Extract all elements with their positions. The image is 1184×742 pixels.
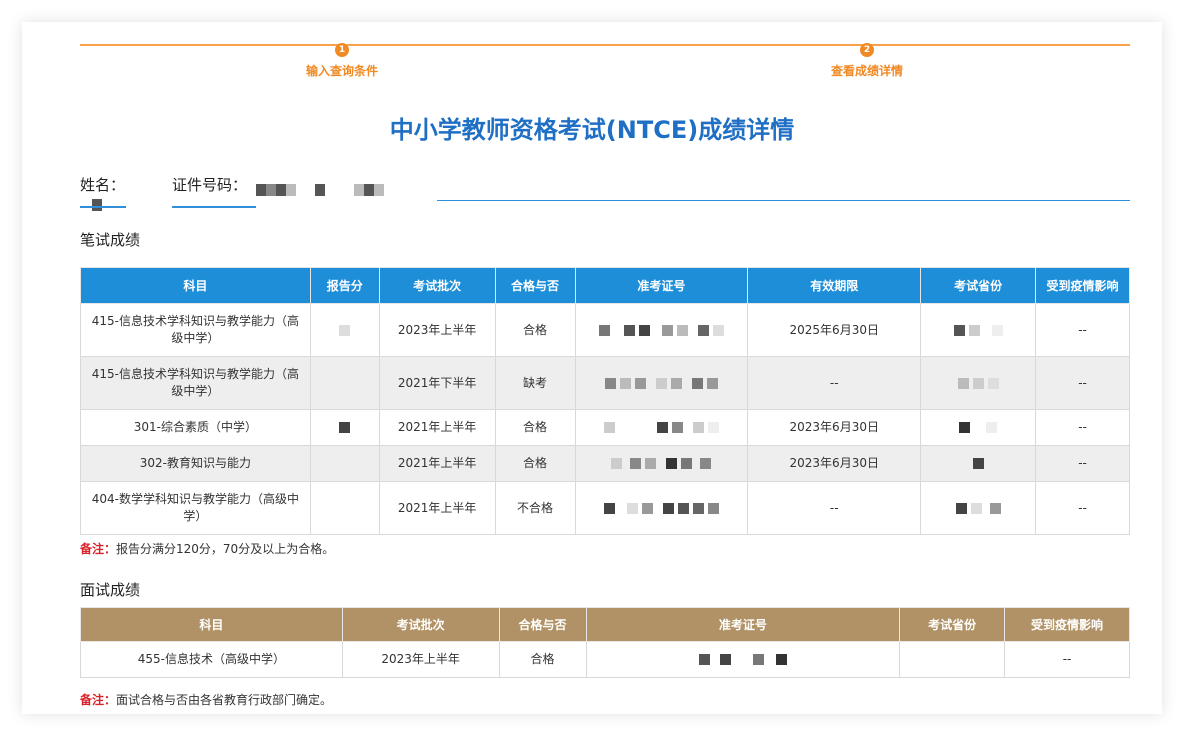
subject-cell: 415-信息技术学科知识与教学能力（高级中学） [80, 356, 311, 410]
col-ticket: 准考证号 [574, 267, 749, 304]
subject-cell: 302-教育知识与能力 [80, 445, 311, 482]
col-subject: 科目 [80, 607, 343, 642]
written-score-table: 科目 报告分 考试批次 合格与否 准考证号 有效期限 考试省份 受到疫情影响 4… [80, 267, 1130, 535]
result-cell: 合格 [494, 445, 576, 482]
step-2-label: 查看成绩详情 [830, 64, 903, 78]
province-redacted [920, 481, 1037, 535]
result-cell: 不合格 [494, 481, 576, 535]
ticket-redacted [574, 356, 749, 410]
col-batch: 考试批次 [378, 267, 496, 304]
col-covid: 受到疫情影响 [1035, 267, 1130, 304]
valid-cell: -- [747, 356, 922, 410]
id-number-redacted [256, 179, 385, 198]
col-batch: 考试批次 [341, 607, 500, 642]
col-province: 考试省份 [920, 267, 1037, 304]
step-1-label: 输入查询条件 [305, 64, 378, 78]
province-redacted [920, 409, 1037, 446]
batch-cell: 2021年上半年 [378, 409, 496, 446]
ticket-redacted [574, 481, 749, 535]
written-note: 备注：报告分满分120分，70分及以上为合格。 [80, 540, 334, 557]
ticket-redacted [574, 445, 749, 482]
score-redacted [309, 303, 380, 357]
name-redacted [92, 198, 102, 211]
result-cell: 合格 [498, 641, 587, 678]
subject-cell: 415-信息技术学科知识与教学能力（高级中学） [80, 303, 311, 357]
ticket-redacted [574, 409, 749, 446]
covid-cell: -- [1035, 356, 1130, 410]
name-underline [80, 206, 126, 208]
id-label: 证件号码： [172, 176, 248, 194]
table-row: 302-教育知识与能力 2021年上半年 合格 2023年6月30日 -- [80, 445, 1130, 482]
col-valid: 有效期限 [747, 267, 922, 304]
col-subject: 科目 [80, 267, 311, 304]
col-result: 合格与否 [498, 607, 587, 642]
written-note-label: 备注： [80, 542, 117, 556]
subject-cell: 455-信息技术（高级中学） [80, 641, 343, 678]
score-redacted [309, 409, 380, 446]
interview-score-table: 科目 考试批次 合格与否 准考证号 考试省份 受到疫情影响 455-信息技术（高… [80, 607, 1130, 678]
name-label: 姓名： [80, 176, 126, 194]
province-cell-empty [899, 641, 1006, 678]
score-cell-empty [309, 356, 380, 410]
valid-cell: 2025年6月30日 [747, 303, 922, 357]
result-cell: 合格 [494, 303, 576, 357]
table-row: 415-信息技术学科知识与教学能力（高级中学） 2023年上半年 合格 2025… [80, 303, 1130, 357]
table-row: 301-综合素质（中学） 2021年上半年 合格 2023年6月30日 -- [80, 409, 1130, 446]
id-underline [172, 206, 256, 208]
covid-cell: -- [1035, 409, 1130, 446]
col-province: 考试省份 [899, 607, 1006, 642]
covid-cell: -- [1035, 481, 1130, 535]
batch-cell: 2023年上半年 [378, 303, 496, 357]
subject-cell: 404-数学学科知识与教学能力（高级中学） [80, 481, 311, 535]
interview-note-text: 面试合格与否由各省教育行政部门确定。 [116, 693, 333, 707]
col-covid: 受到疫情影响 [1004, 607, 1130, 642]
step-1: 1 输入查询条件 [282, 37, 402, 79]
name-field: 姓名： [80, 174, 126, 211]
score-report-card: 1 输入查询条件 2 查看成绩详情 中小学教师资格考试(NTCE)成绩详情 姓名… [22, 22, 1162, 714]
subject-cell: 301-综合素质（中学） [80, 409, 311, 446]
step-1-number: 1 [335, 43, 349, 57]
ticket-redacted [574, 303, 749, 357]
covid-cell: -- [1035, 303, 1130, 357]
batch-cell: 2021年下半年 [378, 356, 496, 410]
batch-cell: 2021年上半年 [378, 445, 496, 482]
valid-cell: 2023年6月30日 [747, 409, 922, 446]
col-result: 合格与否 [494, 267, 576, 304]
written-section-title: 笔试成绩 [80, 231, 141, 249]
id-field: 证件号码： [172, 174, 256, 208]
interview-header-row: 科目 考试批次 合格与否 准考证号 考试省份 受到疫情影响 [80, 607, 1130, 642]
interview-note: 备注：面试合格与否由各省教育行政部门确定。 [80, 691, 332, 708]
written-note-text: 报告分满分120分，70分及以上为合格。 [116, 542, 335, 556]
covid-cell: -- [1004, 641, 1130, 678]
progress-steps: 1 输入查询条件 2 查看成绩详情 [80, 43, 1130, 84]
step-2-number: 2 [860, 43, 874, 57]
score-cell-empty [309, 445, 380, 482]
result-cell: 缺考 [494, 356, 576, 410]
identity-divider [437, 200, 1130, 201]
table-row: 404-数学学科知识与教学能力（高级中学） 2021年上半年 不合格 -- -- [80, 481, 1130, 535]
province-redacted [920, 445, 1037, 482]
step-2: 2 查看成绩详情 [807, 37, 927, 79]
province-redacted [920, 303, 1037, 357]
province-redacted [920, 356, 1037, 410]
result-cell: 合格 [494, 409, 576, 446]
interview-note-label: 备注： [80, 693, 117, 707]
written-header-row: 科目 报告分 考试批次 合格与否 准考证号 有效期限 考试省份 受到疫情影响 [80, 267, 1130, 304]
batch-cell: 2023年上半年 [341, 641, 500, 678]
covid-cell: -- [1035, 445, 1130, 482]
valid-cell: 2023年6月30日 [747, 445, 922, 482]
valid-cell: -- [747, 481, 922, 535]
table-row: 455-信息技术（高级中学） 2023年上半年 合格 -- [80, 641, 1130, 678]
col-score: 报告分 [309, 267, 380, 304]
table-row: 415-信息技术学科知识与教学能力（高级中学） 2021年下半年 缺考 -- -… [80, 356, 1130, 410]
ticket-redacted [585, 641, 901, 678]
batch-cell: 2021年上半年 [378, 481, 496, 535]
score-cell-empty [309, 481, 380, 535]
steps-line [80, 44, 1130, 46]
interview-section-title: 面试成绩 [80, 581, 141, 599]
page-title: 中小学教师资格考试(NTCE)成绩详情 [389, 116, 795, 144]
col-ticket: 准考证号 [585, 607, 901, 642]
